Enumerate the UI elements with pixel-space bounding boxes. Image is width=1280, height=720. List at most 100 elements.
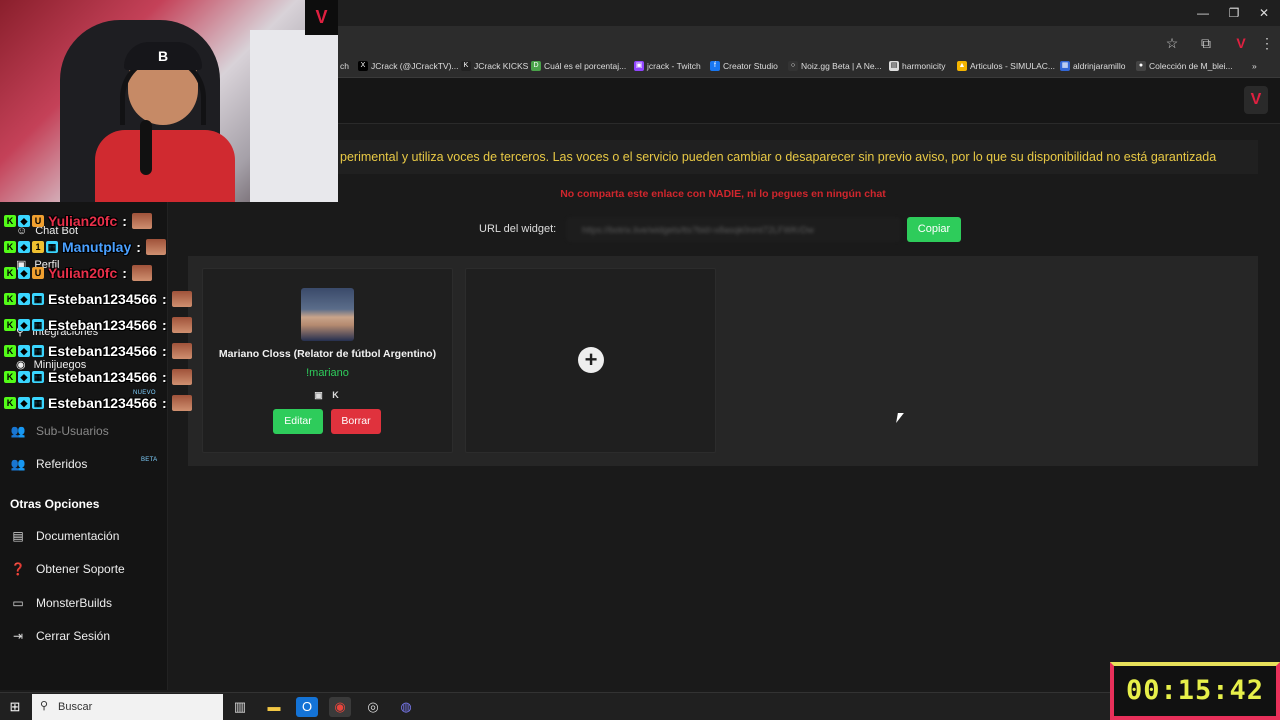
chat-username: Esteban1234566 [48, 395, 157, 411]
chat-separator: : [161, 291, 167, 307]
chat-badge-icon: U [32, 267, 44, 279]
twitch-icon: ▣ [314, 390, 323, 400]
chat-username: Esteban1234566 [48, 369, 157, 385]
star-icon[interactable]: ☆ [1161, 33, 1183, 53]
file-explorer-icon[interactable]: ▬ [263, 697, 285, 717]
share-warning: No comparta este enlace con NADIE, ni lo… [560, 188, 886, 200]
chat-badge-icon: ▦ [46, 241, 58, 253]
microphone-icon [140, 120, 152, 175]
chat-badge-icon: K [4, 345, 16, 357]
chat-badge-icon: ◆ [18, 397, 30, 409]
edit-button[interactable]: Editar [273, 409, 323, 434]
bookmark-item[interactable]: ▲ Articulos - SIMULAC... [957, 61, 1055, 71]
obs-icon[interactable]: ◎ [362, 697, 384, 717]
bookmark-item[interactable]: ● Colección de M_blei... [1136, 61, 1233, 71]
windows-start-icon[interactable]: ⊞ [4, 696, 26, 718]
bookmark-item[interactable]: X JCrack (@JCrackTV)... [358, 61, 459, 71]
chat-badge-icon: ▦ [32, 293, 44, 305]
chat-message: K ◆ ▦ Esteban1234566: [4, 340, 192, 362]
chat-badge-icon: ▦ [32, 371, 44, 383]
maximize-button[interactable]: ❐ [1219, 4, 1249, 22]
chat-username: Esteban1234566 [48, 317, 157, 333]
chat-badge-icon: ▦ [32, 319, 44, 331]
voice-command: !mariano [306, 367, 349, 379]
plus-icon[interactable]: + [578, 347, 604, 373]
users-icon: 👥 [10, 457, 26, 471]
chat-badge-icon: ◆ [18, 215, 30, 227]
chat-separator: : [161, 343, 167, 359]
discord-icon[interactable]: ◍ [395, 697, 417, 717]
webcam-overlay: B V [0, 0, 338, 202]
more-bookmarks-icon[interactable]: » [1252, 61, 1257, 71]
sidebar-heading-other-options: Otras Opciones [10, 497, 100, 511]
chat-message: K ◆ ▦ Esteban1234566: [4, 314, 192, 336]
extensions-icon[interactable]: ⧉ [1195, 33, 1217, 53]
chat-separator: : [161, 317, 167, 333]
chat-username: Esteban1234566 [48, 291, 157, 307]
cap-icon: B [124, 42, 202, 70]
bookmark-item[interactable]: f Creator Studio [710, 61, 778, 71]
kick-icon: K [332, 390, 339, 400]
sidebar-item-logout[interactable]: ⇥ Cerrar Sesión [10, 624, 110, 648]
chat-username: Yulian20fc [48, 213, 118, 229]
bookmark-item[interactable]: ▣ jcrack - Twitch [634, 61, 701, 71]
chat-emote-icon [171, 343, 192, 359]
sidebar-item-sub-users[interactable]: 👥 Sub-Usuarios [10, 419, 109, 443]
help-icon: ❓ [10, 562, 26, 576]
bookmark-item[interactable]: ○ Noiz.gg Beta | A Ne... [788, 61, 882, 71]
bookmark-item[interactable]: ▦ aldrinjaramillo [1060, 61, 1125, 71]
chat-separator: : [161, 395, 167, 411]
chat-badge-icon: K [4, 241, 16, 253]
address-bar[interactable] [340, 30, 1160, 54]
chat-badge-icon: ◆ [18, 371, 30, 383]
chat-emote-icon [131, 213, 152, 229]
sidebar-item-monsterbuilds[interactable]: ▭ MonsterBuilds [10, 591, 112, 615]
bookmark-item[interactable]: K JCrack KICKS [461, 61, 528, 71]
chat-message: K ◆ U Yulian20fc: [4, 210, 152, 232]
widget-url-label: URL del widget: [479, 223, 557, 235]
chat-badge-icon: ◆ [18, 319, 30, 331]
widget-url-input[interactable]: https://botrix.live/widgets/tts?bid=x8as… [567, 218, 900, 241]
close-window-button[interactable]: ✕ [1249, 4, 1279, 22]
chat-username: Esteban1234566 [48, 343, 157, 359]
stream-timer: 00:15:42 [1110, 662, 1280, 720]
user-avatar[interactable]: V [1244, 86, 1268, 114]
chat-username: Yulian20fc [48, 265, 118, 281]
minimize-button[interactable]: — [1188, 4, 1218, 22]
sidebar-item-support[interactable]: ❓ Obtener Soporte [10, 557, 125, 581]
chat-username: Manutplay [62, 239, 132, 255]
logout-icon: ⇥ [12, 629, 24, 643]
outlook-icon[interactable]: O [296, 697, 318, 717]
taskbar-search-input[interactable]: Buscar [32, 694, 223, 720]
task-view-icon[interactable]: ▥ [229, 697, 251, 717]
webcam-shelf [250, 30, 338, 202]
bookmark-item[interactable]: D Cuál es el porcentaj... [531, 61, 626, 71]
chat-message: K ◆ ▦ Esteban1234566: [4, 288, 192, 310]
chat-badge-icon: K [4, 371, 16, 383]
sidebar-item-referrals[interactable]: 👥 Referidos [10, 452, 88, 476]
search-icon: ⚲ [40, 700, 49, 712]
chat-separator: : [122, 213, 127, 229]
chat-emote-icon [171, 291, 192, 307]
beta-badge: BETA [141, 457, 158, 463]
chat-message: K ◆ 1 ▦ Manutplay: [4, 236, 166, 258]
warning-text: perimental y utiliza voces de terceros. … [340, 150, 1217, 164]
bookmark-item[interactable]: ch [340, 61, 349, 71]
voice-avatar [301, 288, 354, 341]
menu-icon[interactable]: ⋮ [1256, 33, 1278, 53]
stream-logo: V [305, 0, 338, 35]
profile-icon[interactable]: V [1230, 33, 1252, 53]
delete-button[interactable]: Borrar [331, 409, 381, 434]
copy-button[interactable]: Copiar [907, 217, 961, 242]
sidebar-item-docs[interactable]: ▤ Documentación [10, 524, 119, 548]
chat-emote-icon [145, 239, 166, 255]
document-icon: ▤ [12, 529, 24, 543]
chat-badge-icon: K [4, 215, 16, 227]
chat-badge-icon: K [4, 319, 16, 331]
chat-badge-icon: K [4, 293, 16, 305]
users-icon: 👥 [10, 424, 26, 438]
chat-message: K ◆ U Yulian20fc: [4, 262, 152, 284]
chrome-icon[interactable]: ◉ [329, 697, 351, 717]
bookmark-item[interactable]: ▤ harmonicity [889, 61, 945, 71]
chat-badge-icon: ▦ [32, 345, 44, 357]
